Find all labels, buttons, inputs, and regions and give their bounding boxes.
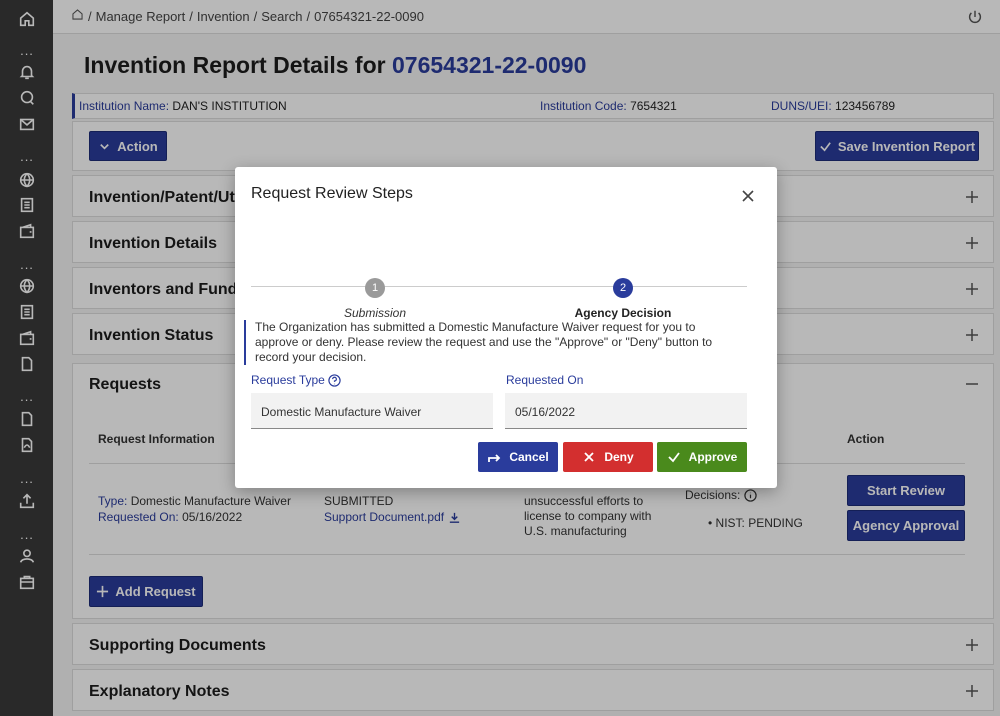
modal-message: The Organization has submitted a Domesti… [244,320,734,365]
approve-button[interactable]: Approve [657,442,747,472]
cancel-button[interactable]: Cancel [478,442,558,472]
redo-icon [488,454,501,462]
request-type-label-text: Request Type [251,373,325,387]
request-type-label: Request Type [251,373,341,387]
requested-on-field: 05/16/2022 [505,393,747,429]
close-icon[interactable] [741,189,755,203]
deny-label: Deny [604,450,634,464]
step-1-indicator: 1 [365,278,385,298]
check-icon [668,452,680,463]
step-2-indicator: 2 [613,278,633,298]
help-icon[interactable] [328,373,341,387]
modal-title: Request Review Steps [251,185,413,202]
requested-on-label: Requested On [506,373,584,387]
deny-button[interactable]: Deny [563,442,653,472]
step-2-label: Agency Decision [574,306,672,320]
x-icon [584,452,594,462]
step-1-label: Submission [343,306,407,320]
request-type-field: Domestic Manufacture Waiver [251,393,493,429]
approve-label: Approve [688,450,738,464]
steps-line [251,286,747,287]
request-review-modal: Request Review Steps 1 Submission 2 Agen… [235,167,777,488]
cancel-label: Cancel [509,450,549,464]
